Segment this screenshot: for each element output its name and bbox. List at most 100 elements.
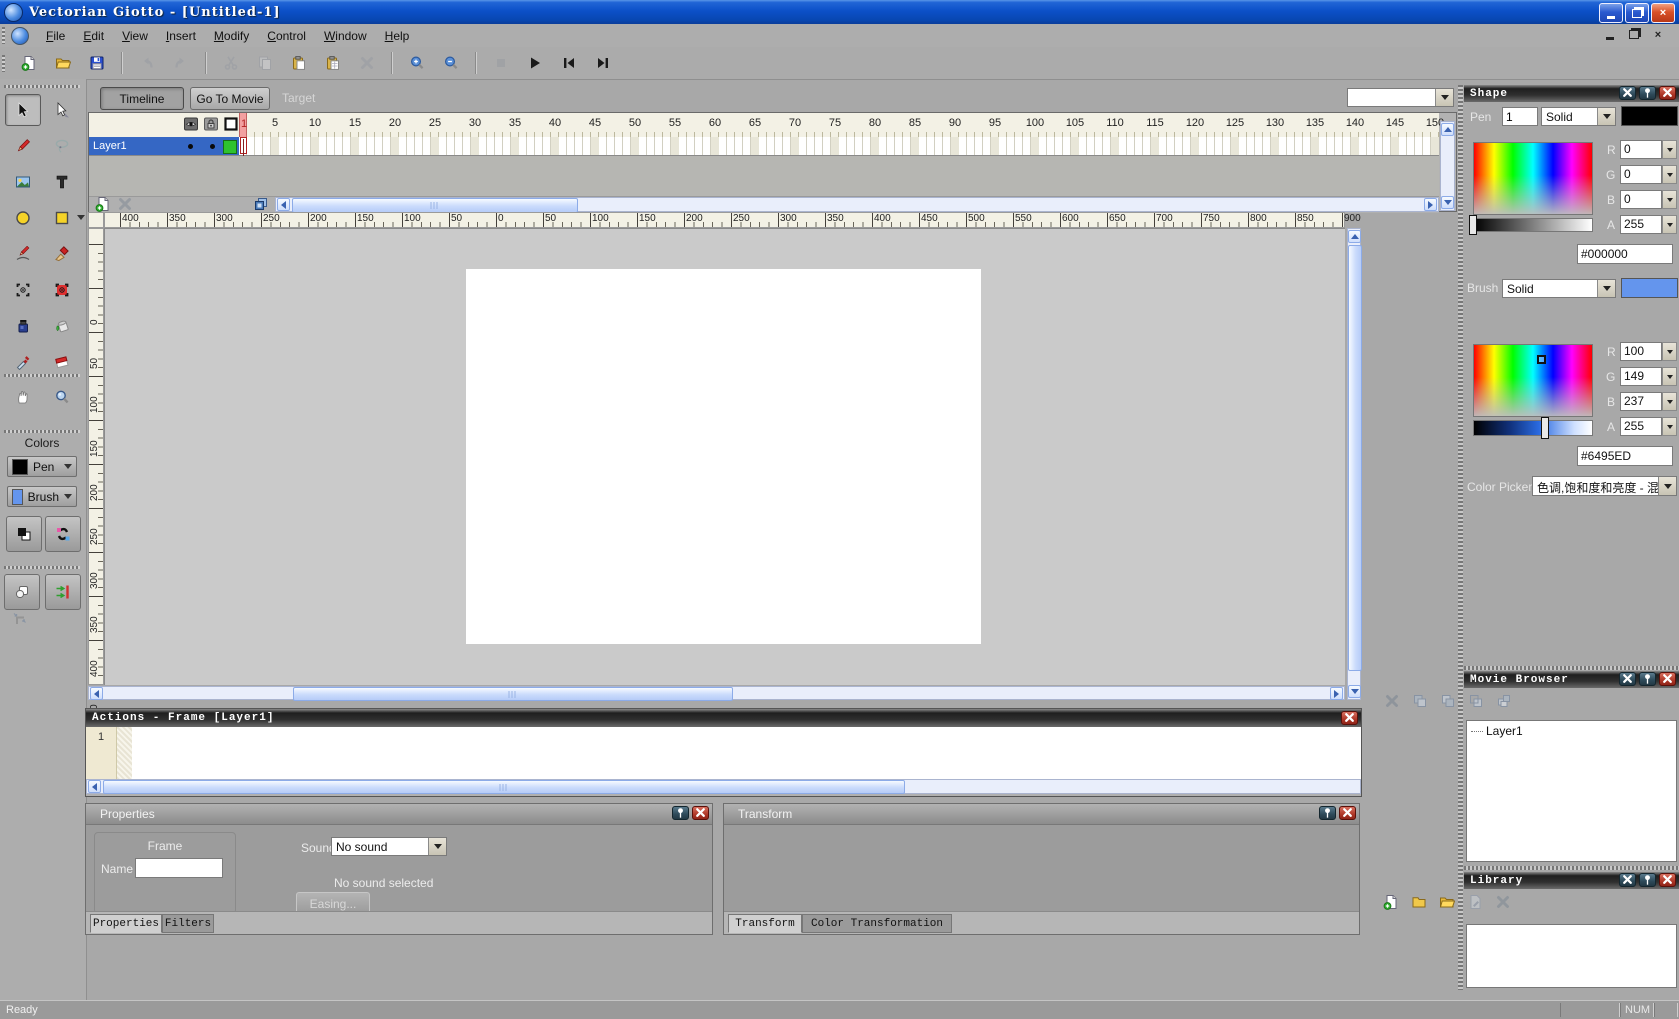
frame-name-input[interactable] (135, 858, 223, 878)
pin-panel-button[interactable] (1639, 672, 1656, 686)
scroll-left-button[interactable] (277, 198, 290, 211)
default-colors-button[interactable] (6, 516, 42, 552)
pin-panel-button[interactable] (1639, 873, 1656, 887)
canvas-h-scrollbar[interactable] (88, 686, 1345, 700)
scroll-up-button[interactable] (1348, 230, 1361, 243)
pen-style-combobox[interactable]: Solid (1541, 107, 1616, 126)
pen-hex-input[interactable]: #000000 (1577, 244, 1673, 264)
swap-colors-button[interactable] (45, 516, 81, 552)
pencil-tool[interactable] (5, 130, 41, 162)
brush-color-field[interactable] (1473, 344, 1593, 417)
brush-tool[interactable] (44, 238, 80, 270)
brush-b-input[interactable]: 237 (1620, 392, 1662, 411)
target-combobox[interactable] (1347, 88, 1454, 107)
pen-g-spinner[interactable] (1662, 165, 1677, 184)
brush-a-input[interactable]: 255 (1620, 417, 1662, 436)
scroll-down-button[interactable] (1441, 196, 1454, 209)
library-new-symbol-button[interactable] (1383, 894, 1399, 913)
colors-gripper[interactable] (4, 430, 80, 433)
chevron-down-icon[interactable] (1435, 89, 1453, 106)
library-list[interactable] (1466, 924, 1677, 988)
brush-slider-handle[interactable] (1541, 417, 1549, 439)
properties-panel-header[interactable]: Properties (86, 804, 712, 825)
mdi-close-button[interactable]: × (1651, 28, 1665, 41)
menu-control[interactable]: Control (258, 26, 315, 46)
scroll-right-button[interactable] (1424, 198, 1437, 211)
brush-color-preview[interactable] (1621, 278, 1678, 298)
movie-browser-gripper[interactable] (1464, 666, 1679, 670)
hand-tool[interactable] (5, 381, 41, 413)
shape-panel-header[interactable]: Shape (1464, 85, 1679, 102)
pen-color-selector[interactable]: Pen (7, 456, 77, 477)
brush-b-spinner[interactable] (1662, 392, 1677, 411)
pin-panel-button[interactable] (1319, 806, 1336, 820)
pen-width-input[interactable] (1502, 107, 1538, 126)
chevron-down-icon[interactable] (1597, 108, 1615, 125)
canvas-h-scroll-thumb[interactable] (293, 687, 733, 701)
hide-panel-button[interactable] (1619, 672, 1636, 686)
restore-button[interactable] (1625, 3, 1649, 23)
library-header[interactable]: Library (1464, 872, 1679, 889)
smooth-pencil-tool[interactable] (5, 238, 41, 270)
sound-combobox[interactable]: No sound (331, 837, 447, 856)
title-bar[interactable]: Vectorian Giotto - [Untitled-1] × (0, 0, 1679, 24)
layer-row[interactable]: Layer1 (89, 137, 239, 156)
show-hide-layers-icon[interactable] (183, 116, 199, 135)
hide-panel-button[interactable] (1619, 873, 1636, 887)
mb-copy-item-button[interactable] (1440, 693, 1456, 712)
outline-layers-icon[interactable] (223, 116, 239, 135)
zoom-tool[interactable] (44, 381, 80, 413)
playhead[interactable] (240, 137, 247, 154)
brush-value-slider[interactable] (1473, 420, 1593, 436)
close-button[interactable]: × (1651, 3, 1675, 23)
play-button[interactable] (521, 50, 549, 76)
scroll-up-button[interactable] (1441, 123, 1454, 136)
pen-a-input[interactable]: 255 (1620, 215, 1662, 234)
menu-window[interactable]: Window (315, 26, 376, 46)
options-gripper[interactable] (4, 566, 80, 569)
close-panel-button[interactable] (1341, 711, 1358, 725)
go-to-first-frame-button[interactable] (555, 50, 583, 76)
chevron-down-icon[interactable] (428, 838, 446, 855)
registration-point-tool[interactable] (5, 274, 41, 306)
go-to-last-frame-button[interactable] (589, 50, 617, 76)
go-to-movie-button[interactable]: Go To Movie (190, 87, 270, 110)
movie-browser-item[interactable]: Layer1 (1467, 721, 1676, 738)
open-button[interactable] (49, 50, 77, 76)
tab-filters[interactable]: Filters (162, 914, 214, 933)
actions-panel-header[interactable]: Actions - Frame [Layer1] (86, 709, 1361, 727)
mdi-restore-button[interactable] (1627, 28, 1641, 41)
paint-bucket-tool[interactable] (44, 310, 80, 342)
tab-timeline[interactable]: Timeline (100, 87, 184, 110)
script-editor[interactable]: 1 (86, 727, 1361, 779)
ellipse-tool[interactable] (5, 202, 41, 234)
snap-to-objects-button[interactable] (4, 574, 40, 610)
right-dock-gripper[interactable] (1458, 85, 1463, 990)
zoom-in-button[interactable] (403, 50, 431, 76)
frame-ruler[interactable]: 5101520253035404550556065707580859095100… (239, 113, 1439, 137)
color-picker-mode-combobox[interactable]: 色调,饱和度和亮度 - 混 (1532, 476, 1677, 496)
minimize-button[interactable] (1599, 3, 1623, 23)
ink-bottle-tool[interactable] (5, 310, 41, 342)
close-panel-button[interactable] (1659, 873, 1676, 887)
timeline-v-scrollbar[interactable] (1440, 121, 1455, 211)
color-field-marker[interactable] (1537, 355, 1546, 364)
library-new-folder-button[interactable] (1411, 894, 1427, 913)
brush-style-combobox[interactable]: Solid (1502, 279, 1616, 298)
paste-button[interactable] (285, 50, 313, 76)
library-gripper[interactable] (1464, 866, 1679, 870)
rectangle-tool[interactable] (44, 202, 80, 234)
timeline-h-scrollbar[interactable] (275, 197, 1439, 212)
scroll-right-button[interactable] (1330, 687, 1343, 700)
pen-value-slider[interactable] (1473, 218, 1593, 232)
menu-edit[interactable]: Edit (74, 26, 113, 46)
menu-file[interactable]: File (37, 26, 74, 46)
movie-browser-header[interactable]: Movie Browser (1464, 671, 1679, 688)
chevron-down-icon[interactable] (1658, 477, 1676, 495)
save-button[interactable] (83, 50, 111, 76)
brush-g-spinner[interactable] (1662, 367, 1677, 386)
transform-panel-header[interactable]: Transform (724, 804, 1359, 825)
new-document-button[interactable] (15, 50, 43, 76)
pin-panel-button[interactable] (1639, 86, 1656, 100)
scroll-down-button[interactable] (1348, 685, 1361, 698)
